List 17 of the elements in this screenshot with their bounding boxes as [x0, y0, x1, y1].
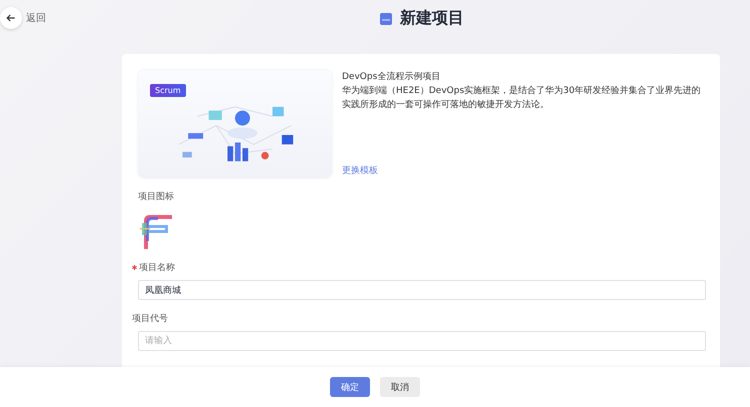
template-name: DevOps全流程示例项目 [342, 70, 442, 84]
project-icon [380, 12, 392, 24]
back-button[interactable] [0, 7, 22, 29]
input-field[interactable]: 凤凰商城 [138, 280, 706, 300]
template-badge: Scrum [150, 84, 186, 97]
change-template-link[interactable]: 更换模板 [342, 164, 706, 178]
field-label: 项目代号 [132, 313, 168, 325]
back-label[interactable]: 返回 [26, 11, 46, 25]
field-label: 项目名称 [139, 262, 175, 274]
template-preview[interactable]: Scrum [138, 70, 332, 178]
back-arrow-icon [5, 12, 17, 24]
cancel-button[interactable]: 取消 [380, 377, 420, 397]
confirm-button[interactable]: 确定 [330, 377, 370, 397]
page-title: 新建项目 [400, 8, 464, 29]
input-field[interactable]: 请输入 [138, 331, 706, 351]
field-label: 项目图标 [138, 190, 175, 203]
template-description: 华为端到端（HE2E）DevOps实施框架，是结合了华为30年研发经验并集合了业界先进的实践所形成的一套可操作可落地的敏捷开发方法论。 [342, 84, 702, 112]
